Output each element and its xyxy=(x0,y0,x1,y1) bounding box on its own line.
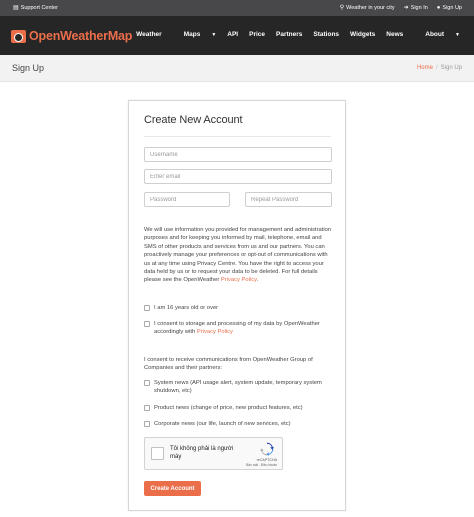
nav-item-about-label: About xyxy=(425,31,445,38)
breadcrumb-separator: / xyxy=(435,65,438,71)
chevron-down-icon: ▼ xyxy=(455,32,460,38)
product-news-label: Product news (change of price, new produ… xyxy=(154,405,303,411)
privacy-policy-link[interactable]: Privacy Policy xyxy=(221,277,257,283)
corporate-news-checkbox[interactable] xyxy=(144,421,150,427)
recaptcha-brand: reCAPTCHA xyxy=(256,458,277,462)
privacy-info-end: . xyxy=(256,277,259,284)
corporate-news-row: Corporate news (our life, launch of new … xyxy=(144,420,334,428)
consent-privacy-policy-link[interactable]: Privacy Policy xyxy=(197,329,233,335)
nav-item-stations[interactable]: Stations xyxy=(313,31,339,38)
privacy-info-text: We will use information you provided for… xyxy=(144,226,334,285)
nav-item-price[interactable]: Price xyxy=(249,31,265,38)
system-news-checkbox[interactable] xyxy=(144,380,150,386)
top-bar: ▤ Support Center ⚲ Weather in your city … xyxy=(0,0,474,16)
main-navbar: OpenWeatherMap Weather Maps ▼ API Price P… xyxy=(0,16,474,55)
page-header: Sign Up Home / Sign Up xyxy=(0,55,474,82)
nav-item-weather[interactable]: Weather xyxy=(136,31,162,38)
nav-item-partners[interactable]: Partners xyxy=(276,31,302,38)
recaptcha-logo-icon xyxy=(260,442,274,456)
page-title: Sign Up xyxy=(12,63,45,73)
logo-icon xyxy=(11,29,26,43)
nav-item-api[interactable]: API xyxy=(227,31,238,38)
system-news-row: System news (API usage alert, system upd… xyxy=(144,379,334,395)
search-icon: ⚲ xyxy=(339,5,345,11)
recaptcha-label: Tôi không phải là người máy xyxy=(170,446,234,460)
sign-in-link[interactable]: ➜ Sign In xyxy=(404,5,428,11)
nav-item-widgets[interactable]: Widgets xyxy=(350,31,375,38)
nav-item-maps-label: Maps xyxy=(183,31,201,38)
recaptcha-checkbox[interactable] xyxy=(151,447,164,460)
create-account-button[interactable]: Create Account xyxy=(144,481,201,496)
weather-in-city-link[interactable]: ⚲ Weather in your city xyxy=(340,5,395,11)
form-heading: Create New Account xyxy=(144,114,243,126)
breadcrumb-home-link[interactable]: Home xyxy=(417,65,433,71)
sign-up-label: Sign Up xyxy=(442,5,462,11)
support-icon: ▤ xyxy=(13,5,19,11)
sign-in-label: Sign In xyxy=(410,5,428,11)
consent-checkbox-label: I consent to storage and processing of m… xyxy=(154,320,334,336)
corporate-news-label: Corporate news (our life, launch of new … xyxy=(154,421,291,427)
nav-item-maps[interactable]: Maps ▼ xyxy=(173,31,217,38)
weather-in-city-label: Weather in your city xyxy=(346,5,395,11)
product-news-row: Product news (change of price, new produ… xyxy=(144,404,334,412)
chevron-down-icon: ▼ xyxy=(211,32,217,38)
email-input[interactable] xyxy=(144,169,332,184)
breadcrumb: Home / Sign Up xyxy=(417,65,462,71)
nav-item-news[interactable]: News xyxy=(386,31,403,38)
recaptcha-widget: Tôi không phải là người máy reCAPTCHA Bả… xyxy=(144,437,283,470)
divider xyxy=(144,136,331,137)
privacy-info-body: We will use information you provided for… xyxy=(144,227,332,284)
consent-label-text: I consent to storage and processing of m… xyxy=(154,321,320,335)
nav-item-about[interactable]: About ▼ xyxy=(414,31,460,38)
nav-menu: Weather Maps ▼ API Price Partners Station… xyxy=(125,31,460,38)
consent-checkbox[interactable] xyxy=(144,321,150,327)
repeat-password-input[interactable] xyxy=(245,192,332,207)
sign-in-icon: ➜ xyxy=(403,5,409,11)
breadcrumb-current: Sign Up xyxy=(440,65,462,71)
support-center-label: Support Center xyxy=(20,5,58,11)
age-checkbox[interactable] xyxy=(144,305,150,311)
password-input[interactable] xyxy=(144,192,230,207)
sign-up-link[interactable]: ● Sign Up xyxy=(437,5,462,11)
signup-form-card: Create New Account We will use informati… xyxy=(128,100,346,511)
support-center-link[interactable]: ▤ Support Center xyxy=(13,5,58,11)
username-input[interactable] xyxy=(144,147,332,162)
brand-logo[interactable]: OpenWeatherMap xyxy=(11,29,132,43)
product-news-checkbox[interactable] xyxy=(144,405,150,411)
brand-name: OpenWeatherMap xyxy=(29,29,133,43)
recaptcha-terms-link[interactable]: Bảo mật - Điều khoản xyxy=(246,463,277,467)
communications-intro: I consent to receive communications from… xyxy=(144,357,313,372)
age-checkbox-label: I am 16 years old or over xyxy=(154,305,219,311)
system-news-label: System news (API usage alert, system upd… xyxy=(154,380,322,394)
age-checkbox-row: I am 16 years old or over xyxy=(144,304,334,312)
consent-checkbox-row: I consent to storage and processing of m… xyxy=(144,320,334,336)
user-icon: ● xyxy=(436,5,441,11)
